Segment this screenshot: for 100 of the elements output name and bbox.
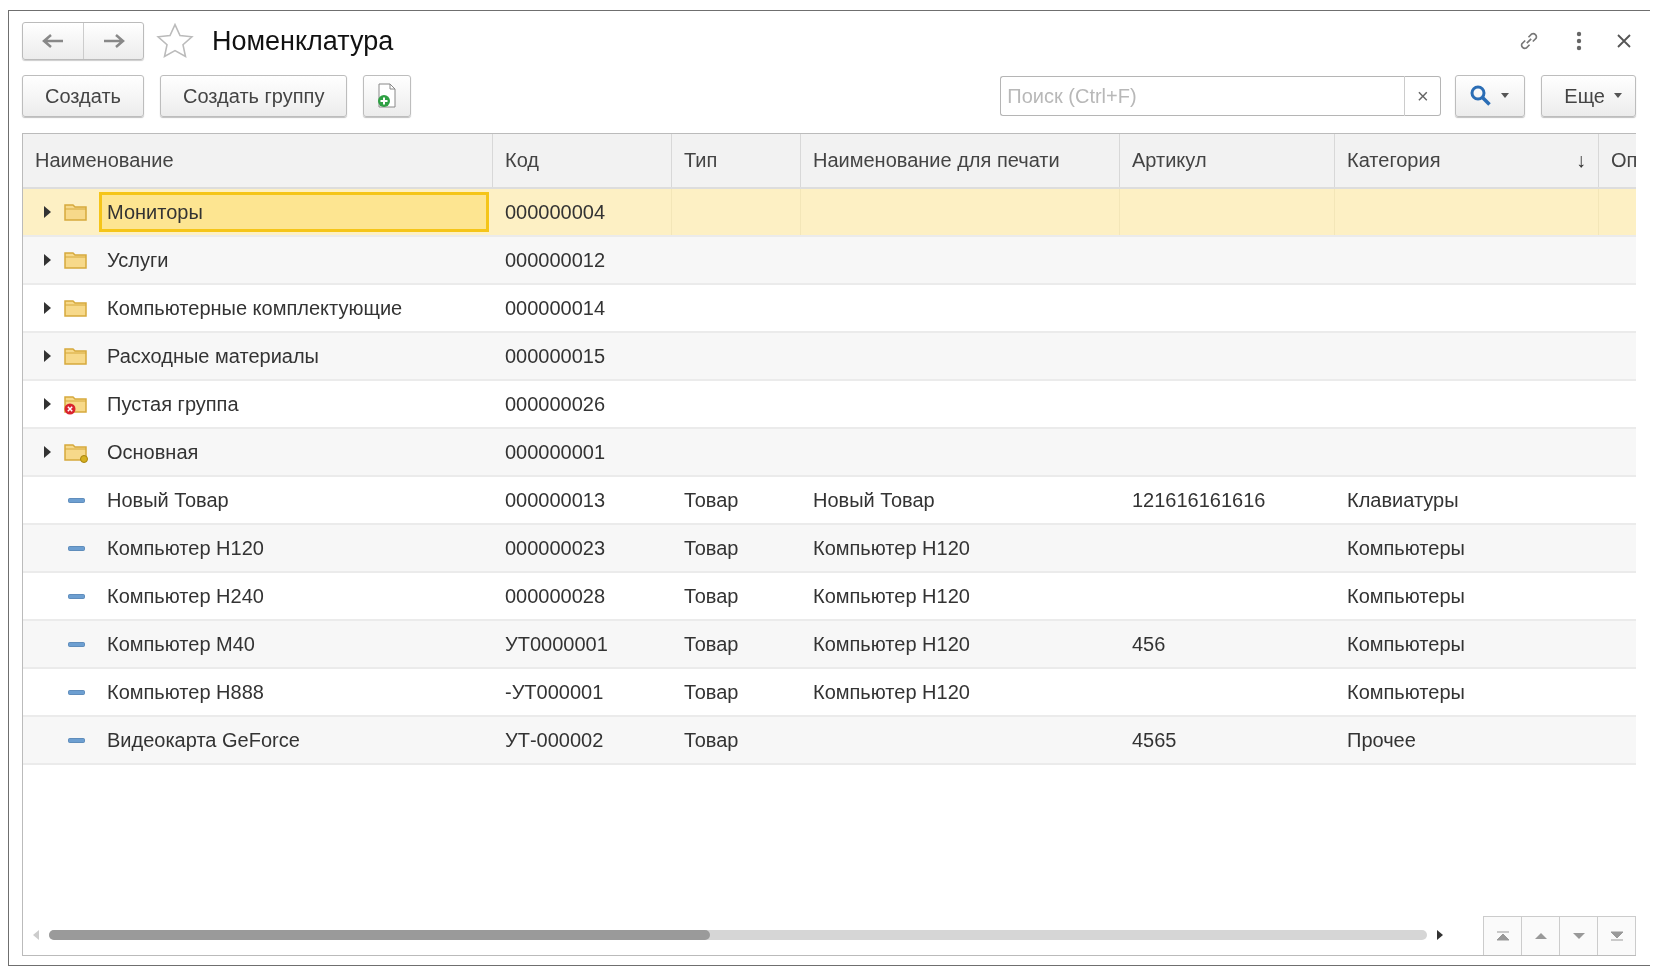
expand-icon[interactable] (43, 302, 51, 314)
table-cell-text: 000000028 (504, 583, 607, 609)
more-button[interactable]: Еще (1541, 75, 1636, 117)
scrollbar-thumb[interactable] (49, 930, 711, 940)
item-icon (67, 593, 85, 599)
item-icon (67, 545, 85, 551)
table-cell-text: Расходные материалы (106, 343, 320, 369)
table-cell-text: -УТ000001 (504, 679, 605, 705)
table-row[interactable]: Расходные материалы 000000015 (23, 333, 1636, 381)
table-cell-text: Видеокарта GeForce (106, 727, 301, 753)
table-cell-text: Новый Товар (106, 487, 230, 513)
create-group-button[interactable]: Создать группу (160, 75, 348, 117)
table-cell-text: 000000015 (504, 343, 607, 369)
table-cell-text: Компьютеры (1346, 679, 1466, 705)
table-cell-text: 4565 (1131, 727, 1178, 753)
to-top-icon (1495, 930, 1510, 941)
caret-icon (1500, 93, 1511, 99)
table-cell-text: Товар (683, 631, 740, 657)
table-cell-text: Товар (683, 727, 740, 753)
search-button[interactable] (1455, 75, 1526, 117)
expand-icon[interactable] (43, 350, 51, 362)
column-header[interactable]: Наименование (23, 134, 493, 187)
down-triangle-icon (1571, 931, 1586, 940)
table-cell-text: Пустая группа (106, 391, 240, 417)
folder-icon (63, 297, 89, 319)
item-icon (67, 737, 85, 743)
table-cell-text: Товар (683, 487, 740, 513)
table-cell-text: 456 (1131, 631, 1167, 657)
caret-icon (1613, 93, 1623, 99)
sort-arrow: ↓ (1576, 149, 1586, 172)
table-cell-text: Компьютер Н120 (812, 631, 971, 657)
table-cell: 000000004 (493, 189, 672, 235)
table-cell-text: Услуги (106, 247, 170, 273)
deleted-folder-icon (63, 393, 89, 415)
to-bottom-icon (1609, 930, 1624, 941)
table-cell-text: Компьютер Н120 (812, 679, 971, 705)
table-cell-text: Товар (683, 535, 740, 561)
table-cell-text: Товар (683, 583, 740, 609)
table-cell-text: Товар (683, 679, 740, 705)
table-cell-text: Прочее (1346, 727, 1417, 753)
scroll-right-icon[interactable] (1437, 930, 1443, 940)
horizontal-scrollbar[interactable] (49, 930, 1427, 940)
table-cell-text: Компьютер Н120 (812, 583, 971, 609)
table-cell-text: УТ0000001 (504, 631, 609, 657)
expand-icon[interactable] (43, 446, 51, 458)
create-button[interactable]: Создать (22, 75, 144, 117)
table-row[interactable]: Мониторы 000000004 (23, 189, 1636, 237)
left-arrow-icon (41, 33, 65, 49)
search-field[interactable]: Поиск (Ctrl+F) (1000, 76, 1405, 116)
document-plus-icon (376, 83, 399, 109)
clear-search-button[interactable]: × (1404, 76, 1442, 116)
table-cell-text: Компьютерные комплектующие (106, 295, 404, 321)
column-header[interactable]: Код (493, 134, 672, 187)
scroll-to-top-button[interactable] (1484, 916, 1522, 955)
table-row[interactable]: Услуги 000000012 (23, 237, 1636, 285)
table-cell-text: Новый Товар (812, 487, 936, 513)
table-cell-text: Компьютер Н120 (812, 535, 971, 561)
column-header[interactable]: Оп (1599, 134, 1636, 187)
add-document-button[interactable] (363, 75, 412, 117)
column-header[interactable]: Тип (672, 134, 801, 187)
close-icon (1616, 33, 1632, 49)
table-cell-text: УТ-000002 (504, 727, 605, 753)
column-header[interactable]: Категория ↓ (1335, 134, 1599, 187)
table-cell-text: Основная (106, 439, 200, 465)
right-arrow-icon (101, 33, 126, 49)
table-cell-text: 000000023 (504, 535, 607, 561)
table-row[interactable]: Видеокарта GeForce УТ-000002 Товар 4565 Прочее (23, 717, 1636, 765)
expand-icon[interactable] (43, 206, 51, 218)
search-icon (1470, 85, 1493, 107)
table-cell-text: Клавиатуры (1346, 487, 1460, 513)
column-header[interactable]: Наименование для печати (801, 134, 1120, 187)
scroll-to-bottom-button[interactable] (1598, 916, 1636, 955)
table-cell-text: Компьютеры (1346, 631, 1466, 657)
table-cell-text: Компьютер Н888 (106, 679, 265, 705)
table-row[interactable]: Компьютер Н120 000000023 Товар Компьютер Н120 Компьютеры (23, 525, 1636, 573)
table-cell-text: 000000013 (504, 487, 607, 513)
folder-icon (63, 249, 89, 271)
item-icon (67, 641, 85, 647)
star-icon[interactable] (156, 23, 194, 59)
table-cell-text: 000000026 (504, 391, 607, 417)
table-cell-text: Компьютер Н240 (106, 583, 265, 609)
expand-icon[interactable] (43, 254, 51, 266)
table-cell-text: 000000001 (504, 439, 607, 465)
expand-icon[interactable] (43, 398, 51, 410)
table-cell-text: Компьютер Н120 (106, 535, 265, 561)
column-header[interactable]: Артикул (1120, 134, 1335, 187)
up-triangle-icon (1533, 931, 1548, 940)
table-cell-text: Компьютеры (1346, 583, 1466, 609)
folder-icon (63, 201, 89, 223)
table-row[interactable]: Компьютер М40 УТ0000001 Товар Компьютер Н120 456 Компьютеры (23, 621, 1636, 669)
table-cell: Мониторы (99, 192, 489, 232)
folder-icon (63, 345, 89, 367)
item-icon (67, 497, 85, 503)
item-icon (67, 689, 85, 695)
table-cell-text: 000000012 (504, 247, 607, 273)
table-cell-text: Компьютер М40 (106, 631, 256, 657)
table-cell-text: 000000014 (504, 295, 607, 321)
table-cell-text: Компьютеры (1346, 535, 1466, 561)
table-cell-text: 121616161616 (1131, 487, 1267, 513)
table-row[interactable]: Основная 000000001 (23, 429, 1636, 477)
